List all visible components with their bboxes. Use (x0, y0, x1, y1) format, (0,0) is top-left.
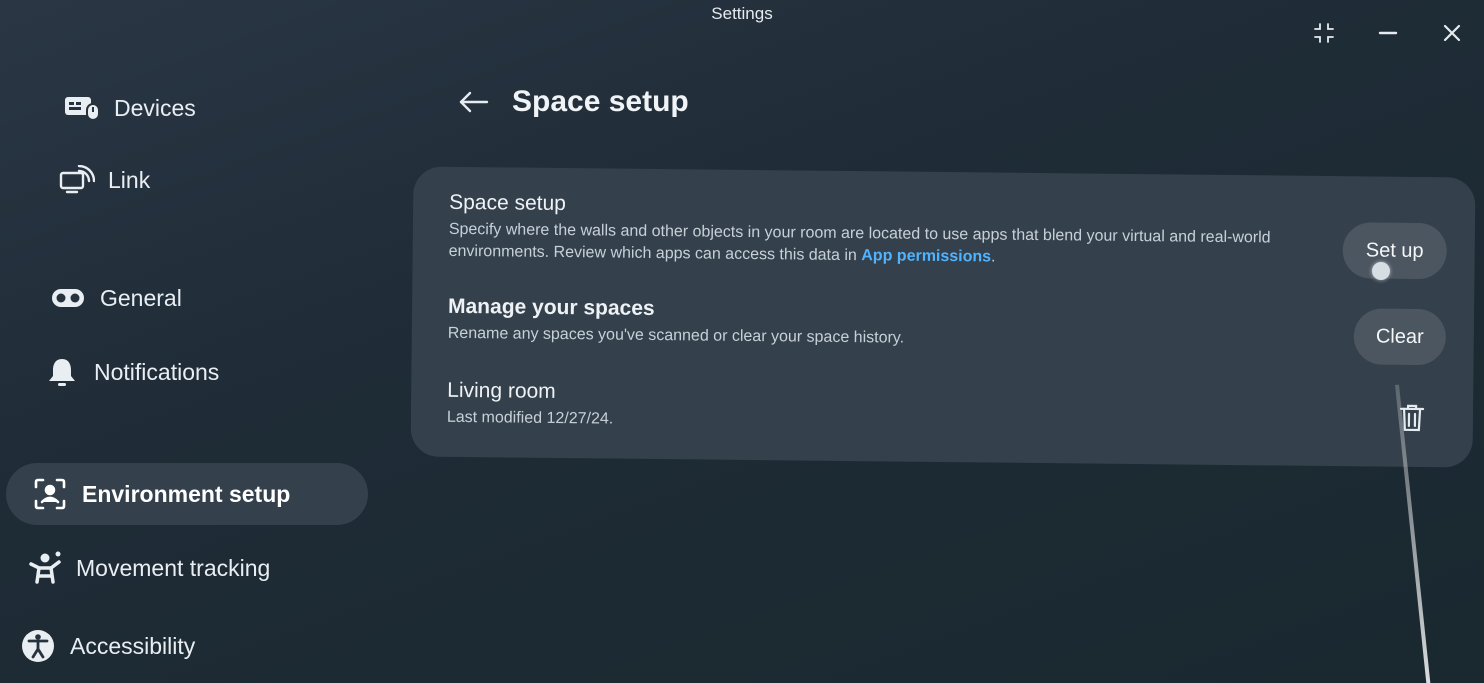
clear-button[interactable]: Clear (1353, 308, 1447, 366)
manage-spaces-row: Manage your spaces Rename any spaces you… (448, 295, 1444, 355)
space-modified: Last modified 12/27/24. (446, 408, 614, 428)
sidebar-item-movement-tracking[interactable]: Movement tracking (24, 551, 271, 584)
sidebar-item-environment-setup[interactable]: Environment setup (6, 463, 368, 525)
window-title: Settings (711, 4, 773, 23)
sidebar-item-label: Notifications (94, 358, 220, 385)
space-setup-description-text: Specify where the walls and other object… (448, 220, 1271, 265)
link-icon (56, 164, 96, 196)
sidebar-item-label: Devices (114, 94, 196, 121)
sidebar-item-label: Movement tracking (76, 554, 271, 581)
environment-icon (30, 478, 70, 510)
sidebar-item-accessibility[interactable]: Accessibility (18, 630, 195, 662)
page-header: Space setup (452, 82, 689, 122)
sidebar-item-label: Environment setup (82, 480, 291, 507)
space-setup-card: Space setup Specify where the walls and … (410, 166, 1476, 468)
sidebar-item-devices[interactable]: Devices (62, 92, 196, 124)
devices-icon (62, 92, 102, 124)
space-setup-description-end: . (991, 248, 996, 266)
pointer-cursor (1372, 262, 1390, 280)
collapse-icon[interactable] (1307, 18, 1341, 48)
set-up-button[interactable]: Set up (1342, 222, 1448, 280)
sidebar-item-label: General (100, 284, 182, 311)
space-setup-row: Space setup Specify where the walls and … (449, 191, 1446, 273)
space-setup-description: Specify where the walls and other object… (449, 219, 1279, 272)
accessibility-icon (18, 630, 58, 662)
sidebar-item-link[interactable]: Link (56, 164, 150, 196)
page-title: Space setup (512, 85, 689, 118)
person-icon (24, 551, 64, 584)
app-permissions-link[interactable]: App permissions (861, 247, 991, 265)
minimize-icon[interactable] (1371, 18, 1405, 48)
headset-icon (48, 282, 88, 314)
arrow-left-icon (459, 91, 489, 113)
sidebar-item-general[interactable]: General (48, 282, 182, 314)
close-icon[interactable] (1435, 18, 1469, 48)
bell-icon (42, 356, 82, 388)
sidebar-item-label: Accessibility (70, 632, 196, 659)
manage-spaces-description: Rename any spaces you've scanned or clea… (447, 324, 905, 347)
sidebar-item-label: Link (108, 166, 151, 193)
back-button[interactable] (452, 82, 496, 122)
sidebar-item-notifications[interactable]: Notifications (42, 356, 219, 388)
space-list-item[interactable]: Living room Last modified 12/27/24. (447, 379, 1443, 439)
